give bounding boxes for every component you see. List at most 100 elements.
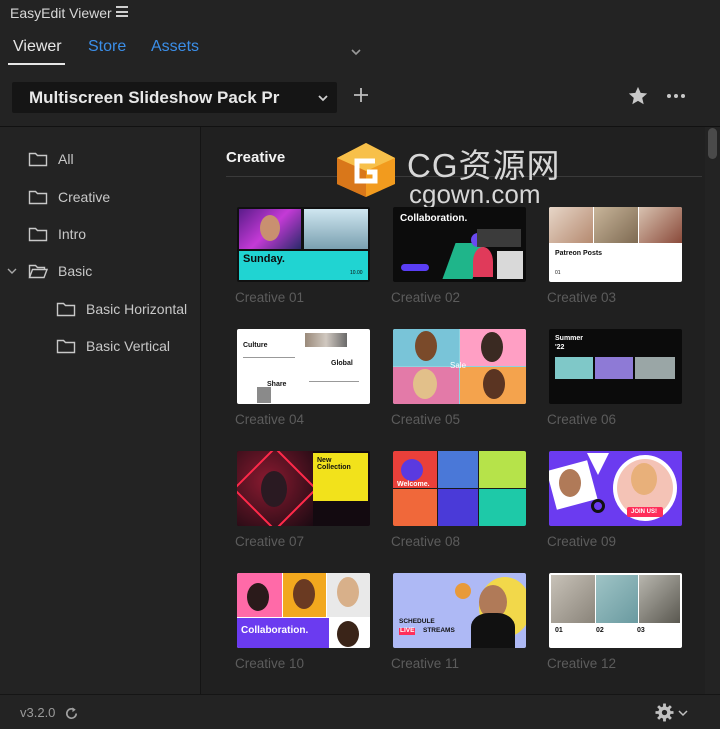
thumbnail-text: 01: [555, 627, 563, 634]
template-label: Creative 04: [235, 412, 305, 427]
template-card-12[interactable]: 01 02 03 Creative 12: [547, 573, 682, 671]
app-title: EasyEdit Viewer: [10, 5, 112, 21]
sidebar-item-all[interactable]: All: [28, 147, 74, 171]
refresh-icon[interactable]: [64, 706, 79, 721]
tab-assets[interactable]: Assets: [151, 38, 199, 56]
thumbnail-text: JOIN US!: [631, 509, 658, 515]
thumbnail-text: Collaboration.: [241, 625, 309, 636]
thumbnail-text: Global: [331, 360, 353, 367]
template-label: Creative 07: [235, 534, 305, 549]
template-card-04[interactable]: Culture Global Share Creative 04: [235, 329, 370, 427]
sidebar-item-creative[interactable]: Creative: [28, 185, 110, 209]
add-icon[interactable]: [352, 86, 370, 104]
template-label: Creative 05: [391, 412, 461, 427]
template-thumbnail: SCHEDULE LIVE STREAMS: [393, 573, 526, 648]
template-card-01[interactable]: Sunday. 10.00 Creative 01: [235, 207, 370, 305]
template-thumbnail: New Collection: [237, 451, 370, 526]
template-label: Creative 06: [547, 412, 617, 427]
watermark: CG资源网 cgown.com: [333, 139, 593, 209]
template-label: Creative 12: [547, 656, 617, 671]
template-label: Creative 08: [391, 534, 461, 549]
template-thumbnail: Sale: [393, 329, 526, 404]
vertical-scrollbar[interactable]: [705, 127, 720, 694]
thumbnail-text: New Collection: [317, 457, 351, 472]
template-card-03[interactable]: Patreon Posts 01 Creative 03: [547, 207, 682, 305]
folder-icon: [28, 227, 48, 242]
template-thumbnail: Collaboration.: [393, 207, 526, 282]
template-thumbnail: JOIN US!: [549, 451, 682, 526]
sidebar-item-basic-vertical[interactable]: Basic Vertical: [56, 334, 170, 358]
thumbnail-text: 03: [637, 627, 645, 634]
template-card-06[interactable]: Summer '22 Creative 06: [547, 329, 682, 427]
thumbnail-text: 10.00: [350, 270, 363, 276]
category-sidebar: [0, 127, 200, 694]
template-thumbnail: Welcome.: [393, 451, 526, 526]
folder-icon: [56, 339, 76, 354]
chevron-down-icon[interactable]: [350, 46, 362, 58]
tab-viewer[interactable]: Viewer: [13, 38, 62, 56]
sidebar-item-basic-horizontal[interactable]: Basic Horizontal: [56, 297, 187, 321]
chevron-down-icon[interactable]: [678, 709, 688, 717]
version-label: v3.2.0: [20, 705, 56, 720]
thumbnail-text: Collaboration.: [400, 213, 468, 224]
pack-dropdown[interactable]: Multiscreen Slideshow Pack Pr: [12, 82, 337, 113]
template-card-11[interactable]: SCHEDULE LIVE STREAMS Creative 11: [391, 573, 526, 671]
tab-store[interactable]: Store: [88, 38, 126, 56]
thumbnail-text: STREAMS: [423, 627, 455, 634]
template-thumbnail: Collaboration.: [237, 573, 370, 648]
chevron-down-icon: [318, 95, 328, 102]
folder-icon: [56, 302, 76, 317]
template-card-07[interactable]: New Collection Creative 07: [235, 451, 370, 549]
active-tab-indicator: [8, 63, 65, 65]
more-options-icon[interactable]: [666, 93, 686, 99]
thumbnail-text: Welcome.: [397, 481, 430, 488]
thumbnail-text: LIVE: [399, 627, 416, 635]
watermark-en-text: cgown.com: [409, 179, 541, 209]
folder-open-icon: [28, 264, 48, 279]
template-card-08[interactable]: Welcome. Creative 08: [391, 451, 526, 549]
template-thumbnail: Sunday. 10.00: [237, 207, 370, 282]
thumbnail-text: 02: [596, 627, 604, 634]
template-thumbnail: Summer '22: [549, 329, 682, 404]
status-bar: v3.2.0: [0, 694, 720, 729]
sidebar-item-basic[interactable]: Basic: [28, 259, 92, 283]
title-bar: EasyEdit Viewer: [0, 0, 720, 26]
thumbnail-text: Patreon Posts: [555, 250, 603, 257]
sidebar-item-intro[interactable]: Intro: [28, 222, 86, 246]
sidebar-item-label: Basic Vertical: [86, 338, 171, 354]
template-gallery: Creative CG资源网 cgown.com Sunday. 10.00 C…: [201, 127, 705, 694]
template-thumbnail: Patreon Posts 01: [549, 207, 682, 282]
template-card-10[interactable]: Collaboration. Creative 10: [235, 573, 370, 671]
thumbnail-text: SCHEDULE: [399, 618, 435, 625]
template-card-09[interactable]: JOIN US! Creative 09: [547, 451, 682, 549]
chevron-down-icon[interactable]: [7, 266, 17, 276]
template-label: Creative 02: [391, 290, 461, 305]
thumbnail-text: Sunday.: [243, 253, 285, 265]
scrollbar-thumb[interactable]: [708, 128, 717, 159]
gear-icon[interactable]: [655, 703, 674, 722]
hamburger-menu-icon[interactable]: [116, 6, 128, 17]
star-icon[interactable]: [627, 85, 649, 107]
template-label: Creative 03: [547, 290, 617, 305]
folder-icon: [28, 152, 48, 167]
thumbnail-text: 01: [555, 270, 561, 276]
folder-icon: [28, 190, 48, 205]
sidebar-item-label: Basic Horizontal: [86, 301, 188, 317]
template-card-05[interactable]: Sale Creative 05: [391, 329, 526, 427]
template-label: Creative 11: [391, 656, 460, 671]
cg-logo-icon: [337, 143, 395, 197]
thumbnail-text: Summer: [555, 335, 584, 342]
sidebar-item-label: Creative: [58, 189, 111, 205]
template-thumbnail: Culture Global Share: [237, 329, 370, 404]
template-thumbnail: 01 02 03: [549, 573, 682, 648]
tab-bar: Viewer Store Assets: [0, 30, 720, 66]
pack-dropdown-value: Multiscreen Slideshow Pack Pr: [29, 88, 280, 107]
section-title: Creative: [226, 149, 286, 166]
sidebar-item-label: Intro: [58, 226, 87, 242]
sidebar-item-label: All: [58, 151, 74, 167]
template-label: Creative 01: [235, 290, 305, 305]
thumbnail-text: Culture: [243, 342, 268, 349]
template-label: Creative 10: [235, 656, 305, 671]
template-label: Creative 09: [547, 534, 617, 549]
template-card-02[interactable]: Collaboration. Creative 02: [391, 207, 526, 305]
